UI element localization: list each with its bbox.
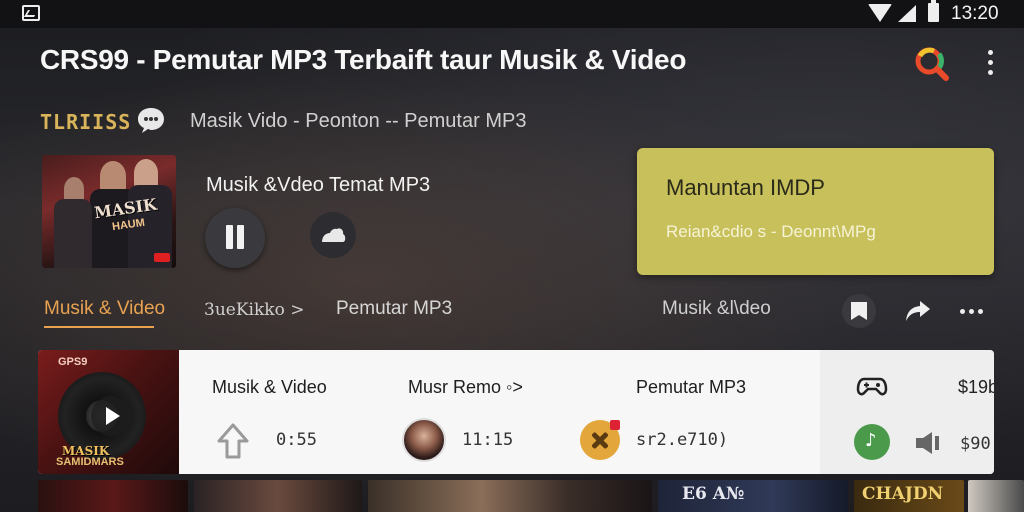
tab-pemutar-mp3[interactable]: Pemutar MP3 bbox=[336, 298, 452, 320]
promo-subtitle: Reian&cdio s - Deonnt\MPg bbox=[666, 222, 876, 241]
music-note-icon[interactable] bbox=[854, 424, 890, 460]
thumbnail-tag: GPS9 bbox=[58, 356, 88, 368]
youtube-badge-icon bbox=[154, 253, 170, 262]
picture-icon bbox=[22, 5, 40, 21]
thumbnail-card[interactable] bbox=[194, 480, 362, 512]
active-tab-indicator bbox=[44, 326, 154, 328]
bottom-thumbnail-strip: E6 A№ CHAJDN bbox=[38, 480, 1024, 512]
gamepad-icon[interactable] bbox=[856, 372, 888, 400]
brand-logo: TLRIISS bbox=[40, 110, 132, 134]
price-label-1: $19b bbox=[958, 377, 994, 397]
cast-icon bbox=[322, 228, 346, 242]
track-value-3: sr2.e710) bbox=[636, 430, 729, 450]
column-header-3: Pemutar MP3 bbox=[636, 377, 747, 397]
signal-icon bbox=[898, 5, 916, 22]
thumbnail-label: E6 A№ bbox=[682, 484, 745, 504]
column-header-2: Musr Remo ◦> bbox=[408, 377, 523, 397]
track-duration-1: 0:55 bbox=[276, 430, 317, 450]
track-thumbnail[interactable]: GPS9 MASIK SAMIDMARS bbox=[38, 350, 179, 474]
subtitle-text: Masik Vido - Peonton -- Pemutar MP3 bbox=[190, 110, 527, 132]
wifi-icon bbox=[868, 4, 892, 22]
now-playing-title: Musik &Vdeo Temat MP3 bbox=[206, 174, 431, 196]
upload-arrow-icon[interactable] bbox=[216, 422, 250, 460]
thumbnail-card[interactable] bbox=[38, 480, 188, 512]
pause-button[interactable] bbox=[205, 208, 265, 268]
promo-title: Manuntan IMDP bbox=[666, 175, 825, 200]
notification-dot bbox=[610, 420, 620, 430]
bookmark-button[interactable] bbox=[842, 294, 876, 328]
share-button[interactable] bbox=[900, 294, 934, 328]
battery-icon bbox=[928, 0, 939, 22]
pause-icon bbox=[226, 225, 233, 249]
thumbnail-card[interactable] bbox=[368, 480, 652, 512]
column-header-1: Musik & Video bbox=[212, 377, 327, 397]
share-icon bbox=[906, 301, 930, 321]
play-icon[interactable] bbox=[91, 396, 131, 436]
avatar bbox=[402, 418, 446, 462]
search-icon[interactable] bbox=[912, 44, 952, 84]
page-title: CRS99 - Pemutar MP3 Terbaift taur Musik … bbox=[40, 44, 687, 75]
thumbnail-card[interactable]: CHAJDN bbox=[854, 480, 964, 512]
tab-musik-video[interactable]: Musik & Video bbox=[44, 298, 165, 320]
thumbnail-label: CHAJDN bbox=[862, 484, 944, 504]
tab-audio-video[interactable]: 3ueKikko > bbox=[204, 300, 304, 320]
list-side-panel bbox=[820, 350, 994, 474]
thumbnail-card[interactable]: E6 A№ bbox=[658, 480, 848, 512]
album-art[interactable]: MASIK HAUM bbox=[42, 155, 176, 268]
bookmark-icon bbox=[851, 302, 867, 320]
thumbnail-card[interactable] bbox=[968, 480, 1024, 512]
thumbnail-caption-secondary: SAMIDMARS bbox=[56, 456, 124, 468]
promo-card[interactable]: Manuntan IMDP Reian&cdio s - Deonnt\MPg bbox=[637, 148, 994, 275]
volume-icon[interactable] bbox=[914, 430, 942, 456]
status-bar: 13:20 bbox=[0, 0, 1024, 28]
track-duration-2: 11:15 bbox=[462, 430, 514, 450]
chat-icon[interactable] bbox=[136, 106, 166, 134]
status-time: 13:20 bbox=[951, 3, 999, 24]
more-horiz-icon[interactable] bbox=[956, 294, 990, 328]
cast-button[interactable] bbox=[310, 212, 356, 258]
track-list-panel: GPS9 MASIK SAMIDMARS Musik & Video Musr … bbox=[38, 350, 994, 474]
more-vert-icon[interactable] bbox=[980, 48, 1002, 78]
price-label-2: $90 bbox=[960, 434, 991, 454]
tab-musik-video-2[interactable]: Musik &l\deo bbox=[662, 298, 771, 320]
